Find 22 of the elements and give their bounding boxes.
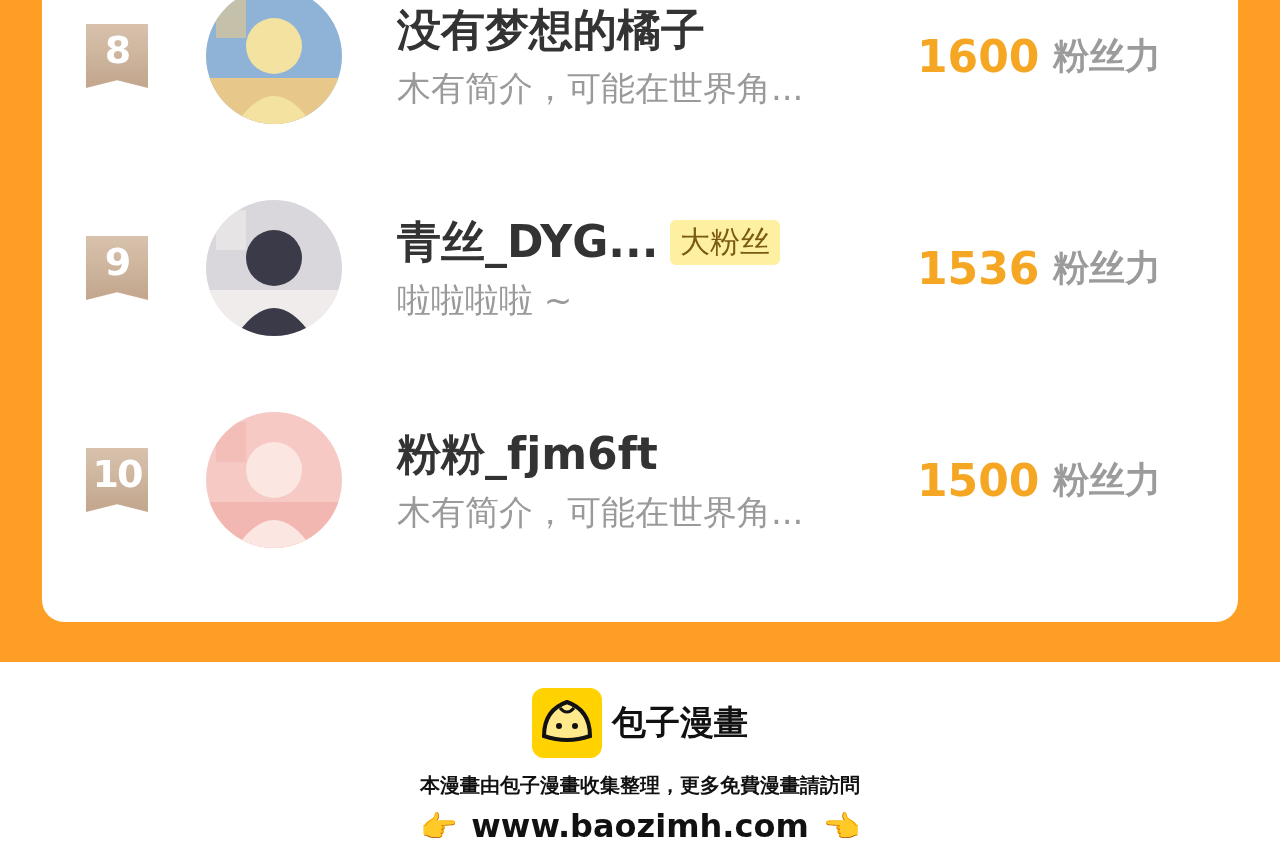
user-bio: 木有简介，可能在世界角... [397, 66, 805, 110]
rank-ribbon: 9 [86, 236, 148, 300]
fan-score: 1600 [917, 30, 1040, 82]
fan-score: 1500 [917, 454, 1040, 506]
user-name[interactable]: 没有梦想的橘子 [397, 0, 705, 60]
score-unit: 粉丝力 [1053, 33, 1162, 78]
score-unit: 粉丝力 [1053, 245, 1162, 290]
fan-score: 1536 [917, 242, 1040, 294]
rank-ribbon: 10 [86, 448, 148, 512]
score-unit: 粉丝力 [1053, 457, 1162, 502]
user-bio: 木有简介，可能在世界角... [397, 490, 805, 534]
pointing-left-icon: 👈 [822, 808, 860, 844]
user-name[interactable]: 青丝_DYG... [397, 212, 659, 272]
notice-text: 本漫畫由包子漫畫收集整理，更多免費漫畫請訪問 [420, 772, 860, 799]
rank-ribbon: 8 [86, 24, 148, 88]
site-url[interactable]: www.baozimh.com [471, 807, 809, 845]
brand-name: 包子漫畫 [612, 701, 748, 744]
pointing-right-icon: 👉 [420, 808, 458, 844]
user-bio: 啦啦啦啦 ~ [397, 278, 574, 322]
bun-logo-icon [532, 688, 602, 758]
user-name[interactable]: 粉粉_fjm6ft [397, 424, 658, 484]
fan-badge: 大粉丝 [670, 219, 781, 265]
